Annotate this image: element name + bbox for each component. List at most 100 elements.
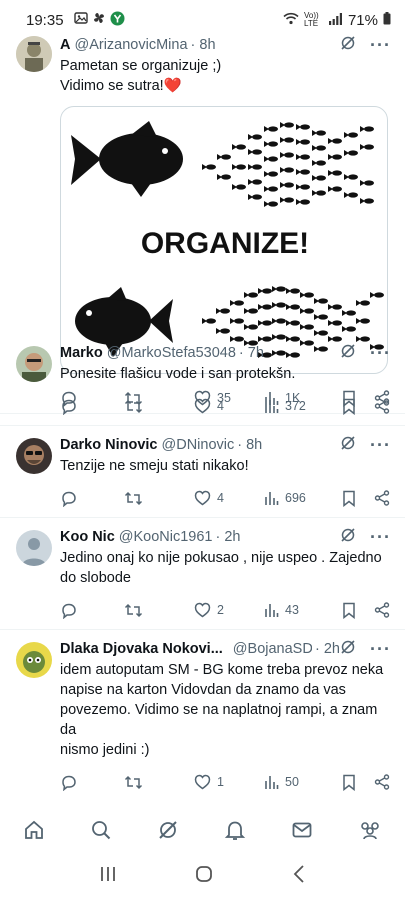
timeline-feed[interactable]: A @ArizanovicMina · 8h ··· Pametan se or… — [0, 30, 405, 845]
bookmark-button[interactable] — [342, 398, 374, 415]
bookmark-icon — [343, 490, 355, 507]
more-options-icon[interactable]: ··· — [370, 343, 391, 364]
reply-button[interactable] — [60, 490, 124, 507]
retweet-icon — [124, 775, 143, 789]
home-button-icon[interactable] — [194, 864, 214, 889]
tweet[interactable]: Darko Ninovic @DNinovic · 8h ··· Tenzije… — [0, 426, 405, 518]
views-button[interactable]: 372 — [264, 399, 342, 414]
reply-button[interactable] — [60, 774, 124, 791]
bookmark-icon — [343, 774, 355, 791]
bookmark-icon — [343, 398, 355, 415]
display-name[interactable]: Darko Ninovic — [60, 437, 158, 453]
view-count: 43 — [285, 603, 299, 617]
bookmark-button[interactable] — [342, 602, 374, 619]
view-count: 696 — [285, 491, 306, 505]
avatar[interactable] — [16, 438, 52, 474]
tweet[interactable]: Dlaka Djovaka Nokovi... @BojanaSD... · 2… — [0, 630, 405, 791]
more-options-icon[interactable]: ··· — [370, 639, 391, 660]
tweet-text: Tenzije ne smeju stati nikako! — [60, 456, 391, 476]
tweet-header: Koo Nic @KooNic1961 · 2h ··· — [60, 526, 391, 548]
share-icon — [374, 602, 390, 618]
messages-icon[interactable] — [291, 819, 313, 846]
share-button[interactable] — [374, 398, 390, 414]
android-nav-bar — [0, 852, 405, 900]
like-count: 4 — [217, 491, 224, 505]
grok-icon[interactable] — [340, 435, 356, 455]
user-handle[interactable]: @KooNic1961 — [119, 529, 213, 545]
user-handle[interactable]: @MarkoStefa53048 — [107, 345, 236, 361]
share-icon — [374, 490, 390, 506]
share-icon — [374, 398, 390, 414]
bookmark-icon — [343, 602, 355, 619]
heart-icon — [194, 490, 211, 506]
like-count: 4 — [217, 399, 224, 413]
display-name[interactable]: Marko — [60, 345, 103, 361]
reply-icon — [62, 399, 76, 415]
more-options-icon[interactable]: ··· — [370, 527, 391, 548]
tweet[interactable]: Koo Nic @KooNic1961 · 2h ··· Jedino onaj… — [0, 518, 405, 630]
reply-button[interactable] — [60, 398, 124, 415]
retweet-button[interactable] — [124, 398, 194, 415]
grok-icon[interactable] — [340, 343, 356, 363]
tweet-text: idem autoputam SM - BG kome treba prevoz… — [60, 660, 391, 760]
avatar[interactable] — [16, 346, 52, 382]
display-name[interactable]: Koo Nic — [60, 529, 115, 545]
grok-icon[interactable] — [340, 639, 356, 659]
tweet-text-line: Ponesite flašicu vode i san protekšn. — [60, 366, 296, 382]
like-button[interactable]: 4 — [194, 490, 264, 506]
views-button[interactable]: 50 — [264, 775, 342, 790]
views-icon — [265, 399, 279, 413]
search-icon[interactable] — [90, 819, 112, 846]
reply-icon — [62, 603, 76, 619]
bookmark-button[interactable] — [342, 774, 374, 791]
retweet-icon — [124, 491, 143, 505]
like-button[interactable]: 4 — [194, 398, 264, 414]
grok-icon[interactable] — [340, 527, 356, 547]
like-button[interactable]: 2 — [194, 602, 264, 618]
bookmark-button[interactable] — [342, 490, 374, 507]
tweet-text-line: povezemo. Vidimo se na naplatnoj rampi, … — [60, 702, 378, 738]
tweet-actions: 1 50 — [60, 760, 391, 804]
network-label: Vo)) LTE — [303, 11, 319, 28]
yandex-icon — [110, 11, 125, 30]
retweet-button[interactable] — [124, 490, 194, 507]
tweet-time: · 8h — [237, 437, 263, 453]
tweet-header: Dlaka Djovaka Nokovi... @BojanaSD... · 2… — [60, 638, 391, 660]
home-icon[interactable] — [23, 819, 45, 846]
share-button[interactable] — [374, 774, 390, 790]
reply-icon — [62, 491, 76, 507]
like-button[interactable]: 1 — [194, 774, 264, 790]
retweet-button[interactable] — [124, 602, 194, 619]
tweet-text-line: napise na karton Vidovdan da znamo da va… — [60, 682, 346, 698]
views-icon — [265, 491, 279, 505]
battery-icon — [383, 12, 391, 28]
tweet-text-line: idem autoputam SM - BG kome treba prevoz… — [60, 662, 384, 678]
heart-icon — [194, 398, 211, 414]
grok-icon[interactable] — [157, 819, 179, 846]
user-handle[interactable]: @BojanaSD... — [233, 641, 312, 657]
tweet-actions: 4 696 — [60, 476, 391, 520]
recents-icon[interactable] — [98, 865, 118, 888]
communities-icon[interactable] — [358, 819, 382, 846]
tweet[interactable]: Marko @MarkoStefa53048 · 7h ··· Ponesite… — [0, 334, 405, 426]
more-options-icon[interactable]: ··· — [370, 435, 391, 456]
display-name[interactable]: Dlaka Djovaka Nokovi... — [60, 641, 223, 657]
pinwheel-icon — [92, 11, 106, 29]
tweet-text-line: Jedino onaj ko nije pokusao , nije uspeo… — [60, 550, 382, 566]
tweet-header: Darko Ninovic @DNinovic · 8h ··· — [60, 434, 391, 456]
back-icon[interactable] — [291, 864, 307, 889]
tweet-time: · 7h — [238, 345, 264, 361]
views-button[interactable]: 43 — [264, 603, 342, 618]
retweet-button[interactable] — [124, 774, 194, 791]
user-handle[interactable]: @DNinovic — [162, 437, 235, 453]
views-button[interactable]: 696 — [264, 491, 342, 506]
reply-button[interactable] — [60, 602, 124, 619]
share-button[interactable] — [374, 602, 390, 618]
heart-icon — [194, 774, 211, 790]
image-icon — [73, 11, 88, 29]
avatar[interactable] — [16, 530, 52, 566]
notifications-icon[interactable] — [224, 819, 246, 846]
tweet-time: · 2h — [315, 641, 341, 657]
share-button[interactable] — [374, 490, 390, 506]
avatar[interactable] — [16, 642, 52, 678]
